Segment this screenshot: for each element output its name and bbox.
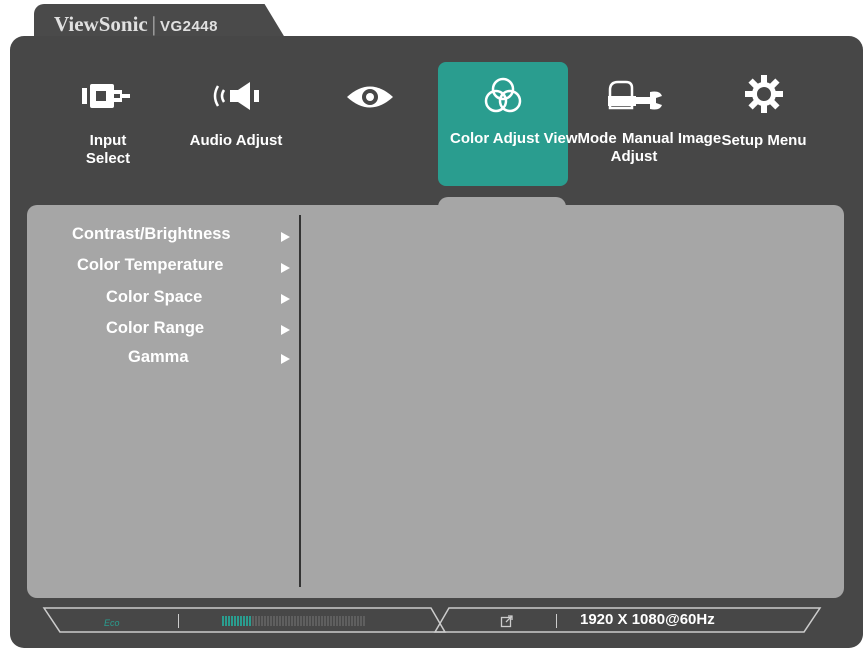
level-tick xyxy=(279,616,281,626)
submenu-arrow-icon xyxy=(281,232,290,242)
level-tick xyxy=(312,616,314,626)
level-tick xyxy=(357,616,359,626)
level-tick xyxy=(243,616,245,626)
level-tick xyxy=(258,616,260,626)
brand-name: ViewSonic xyxy=(54,12,148,36)
level-tick xyxy=(276,616,278,626)
level-tick xyxy=(306,616,308,626)
level-tick xyxy=(294,616,296,626)
menu-label-input-line1: Input xyxy=(89,132,127,149)
level-tick xyxy=(273,616,275,626)
status-separator xyxy=(556,614,557,628)
menu-label-input-line2: Select xyxy=(85,150,131,167)
input-connector-icon xyxy=(82,82,134,115)
level-tick xyxy=(264,616,266,626)
level-tick xyxy=(222,616,224,626)
level-meter xyxy=(222,616,368,626)
eye-icon xyxy=(345,84,395,115)
menu-item-input-select[interactable]: Input Select xyxy=(60,62,156,186)
level-tick xyxy=(360,616,362,626)
menu-label-manual-line1: Manual Image xyxy=(622,130,722,147)
hand-wrench-icon xyxy=(604,78,664,117)
level-tick xyxy=(315,616,317,626)
submenu-label: Gamma xyxy=(128,348,189,366)
brand-model: VG2448 xyxy=(159,18,218,35)
submenu-arrow-icon xyxy=(281,325,290,335)
level-tick xyxy=(333,616,335,626)
level-tick xyxy=(234,616,236,626)
level-tick xyxy=(267,616,269,626)
level-tick xyxy=(309,616,311,626)
level-tick xyxy=(252,616,254,626)
level-tick xyxy=(270,616,272,626)
menu-label-audio: Audio Adjust xyxy=(189,132,283,149)
level-tick xyxy=(342,616,344,626)
menu-item-manual-image-adjust[interactable] xyxy=(582,62,686,186)
menu-label-setup: Setup Menu xyxy=(721,132,807,149)
menu-label-manual-line2: Adjust xyxy=(610,148,658,165)
level-tick xyxy=(228,616,230,626)
submenu-item-color-range[interactable]: Color Range xyxy=(106,319,204,338)
submenu-label: Color Space xyxy=(106,288,203,306)
level-tick xyxy=(351,616,353,626)
status-separator xyxy=(178,614,179,628)
level-tick xyxy=(300,616,302,626)
level-tick xyxy=(297,616,299,626)
submenu-label: Color Temperature xyxy=(77,256,224,274)
level-tick xyxy=(255,616,257,626)
submenu-item-gamma[interactable]: Gamma xyxy=(128,348,189,367)
color-circles-icon xyxy=(483,76,523,121)
submenu-divider xyxy=(299,215,301,587)
level-tick xyxy=(327,616,329,626)
level-tick xyxy=(345,616,347,626)
submenu-arrow-icon xyxy=(281,294,290,304)
submenu-item-contrast-brightness[interactable]: Contrast/Brightness xyxy=(72,225,231,244)
brand-logo: ViewSonic | VG2448 xyxy=(54,12,218,37)
level-tick xyxy=(225,616,227,626)
submenu-label: Color Range xyxy=(106,319,205,337)
level-tick xyxy=(303,616,305,626)
level-tick xyxy=(246,616,248,626)
resolution-readout: 1920 X 1080@60Hz xyxy=(580,611,715,628)
level-tick xyxy=(363,616,365,626)
submenu-arrow-icon xyxy=(281,263,290,273)
eco-indicator: Eco xyxy=(104,618,120,628)
submenu-item-color-temperature[interactable]: Color Temperature xyxy=(77,256,223,275)
submenu-label: Contrast/Brightness xyxy=(72,225,231,243)
level-tick xyxy=(231,616,233,626)
gear-icon xyxy=(744,74,784,119)
aspect-icon xyxy=(500,614,514,633)
menu-item-color-adjust[interactable] xyxy=(438,62,568,186)
level-tick xyxy=(348,616,350,626)
level-tick xyxy=(354,616,356,626)
level-tick xyxy=(321,616,323,626)
menu-item-audio-adjust[interactable]: Audio Adjust xyxy=(176,62,296,186)
brand-separator: | xyxy=(151,12,156,36)
level-tick xyxy=(291,616,293,626)
menu-item-view-mode[interactable] xyxy=(322,62,418,186)
submenu-item-color-space[interactable]: Color Space xyxy=(106,288,202,307)
level-tick xyxy=(285,616,287,626)
level-tick xyxy=(261,616,263,626)
level-tick xyxy=(237,616,239,626)
level-tick xyxy=(249,616,251,626)
level-tick xyxy=(288,616,290,626)
level-tick xyxy=(318,616,320,626)
level-tick xyxy=(282,616,284,626)
level-tick xyxy=(330,616,332,626)
level-tick xyxy=(339,616,341,626)
level-tick xyxy=(324,616,326,626)
menu-item-setup-menu[interactable]: Setup Menu xyxy=(712,62,816,186)
level-tick xyxy=(240,616,242,626)
level-tick xyxy=(336,616,338,626)
submenu-arrow-icon xyxy=(281,354,290,364)
speaker-icon xyxy=(208,80,264,117)
